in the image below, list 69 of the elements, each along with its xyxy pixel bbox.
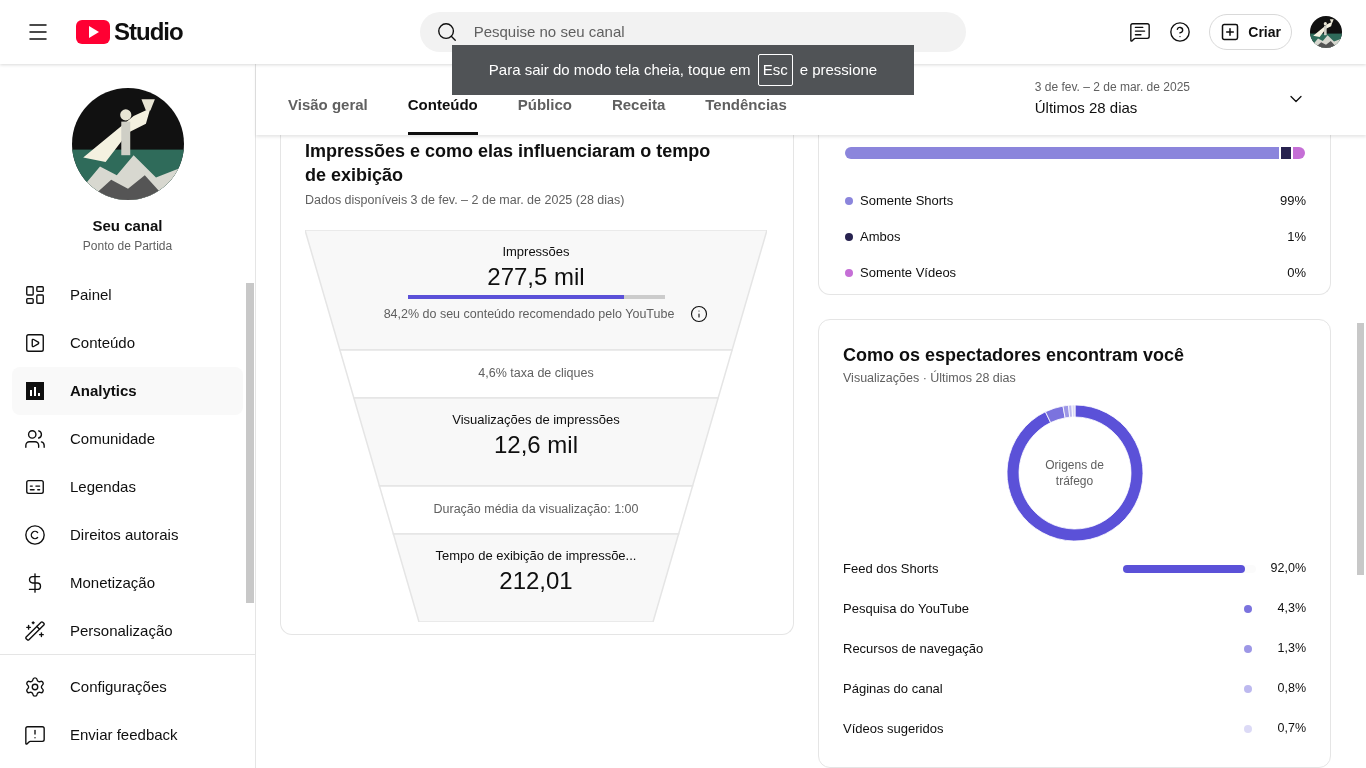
search-icon — [435, 21, 458, 43]
people-icon — [24, 428, 46, 450]
source-label: Vídeos sugeridos — [843, 720, 944, 738]
legend-value: 1% — [1287, 228, 1306, 247]
metric-note: 84,2% do seu conteúdo recomendado pelo YouTube — [383, 305, 675, 323]
channel-title: Seu canal — [92, 216, 163, 236]
info-icon — [690, 305, 709, 324]
legend-label: Somente Vídeos — [860, 264, 957, 283]
legend-value: 99% — [1279, 192, 1306, 211]
rate-text: Duração média da visualização: 1:00 — [433, 501, 639, 519]
source-value: 0,7% — [1276, 720, 1306, 738]
chart-title: Origens de tráfego — [1044, 456, 1105, 489]
scrollbar[interactable] — [246, 283, 254, 603]
play-icon — [24, 332, 46, 354]
rate-text: 4,6% taxa de cliques — [478, 365, 594, 383]
nav-item[interactable]: Direitos autorais — [12, 511, 243, 559]
message-icon — [1129, 21, 1152, 43]
nav-item[interactable]: Personalização — [12, 607, 243, 655]
copyright-icon — [24, 524, 46, 546]
help-icon — [1169, 21, 1192, 43]
nav-item[interactable]: Comunidade — [12, 415, 243, 463]
source-label: Pesquisa do YouTube — [843, 600, 969, 618]
date-range-picker[interactable]: 3 de fev. – 2 de mar. de 2025 Últimos 28 dias — [1034, 79, 1306, 119]
logo-text: Studio — [114, 18, 183, 46]
channel-name: Ponto de Partida — [82, 238, 173, 254]
scrollbar[interactable] — [1357, 323, 1364, 575]
card-subtitle: Dados disponíveis 3 de fev. – 2 de mar. de 2025 (28 dias) — [305, 192, 626, 209]
card-subtitle: Visualizações · Últimos 28 dias — [843, 369, 1017, 387]
metric-value: 277,5 mil — [487, 261, 585, 292]
source-value: 1,3% — [1276, 640, 1306, 658]
tab[interactable]: Público — [517, 87, 572, 135]
nav-item[interactable]: Conteúdo — [12, 319, 243, 367]
source-label: Recursos de navegação — [843, 640, 984, 658]
nav-item[interactable]: Monetização — [12, 559, 243, 607]
tab[interactable]: Conteúdo — [407, 87, 478, 135]
play-logo-icon — [76, 20, 110, 44]
source-value: 0,8% — [1276, 680, 1306, 698]
chart-icon — [26, 382, 44, 400]
nav-item[interactable]: Legendas — [12, 463, 243, 511]
metric-label: Impressões — [502, 243, 570, 260]
metric-value: 12,6 mil — [493, 429, 578, 460]
feedback-icon — [24, 724, 46, 746]
nav-item[interactable]: Analytics — [12, 367, 243, 415]
dashboard-icon — [24, 284, 46, 306]
source-label: Páginas do canal — [843, 680, 943, 698]
key-label: Esc — [757, 54, 793, 86]
wand-icon — [24, 620, 46, 642]
source-value: 4,3% — [1276, 600, 1306, 618]
nav-item[interactable]: Painel — [12, 271, 243, 319]
nav-item[interactable]: Enviar feedback — [12, 711, 243, 759]
nav-item[interactable]: Configurações — [12, 663, 243, 711]
metric-label: Visualizações de impressões — [452, 411, 620, 428]
tab[interactable]: Tendências — [705, 87, 787, 135]
tab[interactable]: Visão geral — [288, 87, 368, 135]
toast-text: e pressione — [799, 59, 878, 80]
card-title: Impressões e como elas influenciaram o tempo de exibição — [305, 140, 712, 187]
legend-label: Somente Shorts — [860, 192, 954, 211]
source-label: Feed dos Shorts — [843, 560, 939, 578]
account-avatar[interactable] — [1310, 16, 1342, 48]
settings-icon — [24, 676, 46, 698]
toast-text: Para sair do modo tela cheia, toque em — [488, 59, 751, 80]
metric-label: Tempo de exibição de impressõe... — [435, 547, 637, 564]
source-value: 92,0% — [1269, 560, 1306, 578]
card-title: Como os espectadores encontram você — [843, 344, 1186, 367]
tab[interactable]: Receita — [611, 87, 666, 135]
metric-value: 212,01 — [499, 565, 573, 596]
legend-label: Ambos — [860, 228, 901, 247]
legend-value: 0% — [1287, 264, 1306, 283]
search-input[interactable]: Pesquise no seu canal — [473, 20, 950, 44]
